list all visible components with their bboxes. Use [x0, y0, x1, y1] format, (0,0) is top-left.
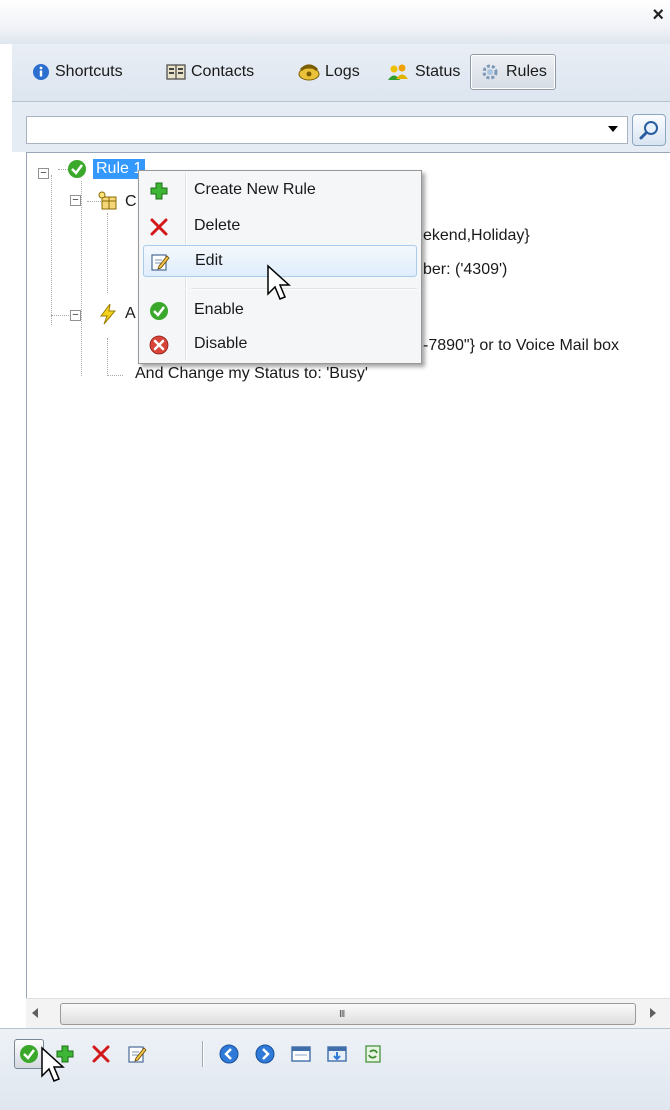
tab-logs[interactable]: Logs [294, 54, 364, 90]
import-icon [327, 1045, 347, 1063]
context-menu: Create New Rule Delete Edit Enable Disab… [138, 170, 422, 364]
condition-detail-number[interactable]: ber: ('4309') [423, 261, 507, 279]
add-rule-button[interactable] [50, 1039, 80, 1069]
condition-icon [97, 190, 119, 212]
plus-icon [149, 181, 169, 201]
horizontal-scrollbar[interactable]: III [26, 998, 670, 1028]
menu-item-label: Disable [194, 335, 248, 352]
menu-item-label: Create New Rule [194, 181, 316, 198]
tree-connector [107, 375, 123, 376]
window-titlebar: × [0, 0, 670, 44]
menu-item-enable[interactable]: Enable [143, 295, 417, 327]
tree-connector [81, 181, 82, 376]
tab-shortcuts[interactable]: Shortcuts [28, 54, 127, 90]
scroll-thumb[interactable]: III [60, 1003, 636, 1025]
delete-rule-button[interactable] [86, 1039, 116, 1069]
action-detail-forward[interactable]: -7890"} or to Voice Mail box [423, 337, 619, 355]
window-button[interactable] [286, 1039, 316, 1069]
address-book-icon [166, 63, 186, 81]
delete-rule-icon [91, 1044, 111, 1064]
collapse-toggle[interactable]: − [70, 195, 81, 206]
scroll-left-icon[interactable] [32, 1008, 38, 1018]
tab-contacts[interactable]: Contacts [162, 54, 258, 90]
menu-item-label: Enable [194, 301, 244, 318]
search-bar [12, 102, 670, 152]
tree-connector [51, 175, 52, 325]
back-button[interactable] [214, 1039, 244, 1069]
action-detail-status[interactable]: And Change my Status to: 'Busy' [135, 365, 368, 383]
bottom-toolbar [0, 1028, 670, 1110]
search-input[interactable] [26, 116, 628, 144]
collapse-toggle[interactable]: − [38, 168, 49, 179]
collapse-toggle[interactable]: − [70, 310, 81, 321]
tree-connector [107, 213, 108, 293]
close-button[interactable]: × [652, 4, 664, 27]
action-lightning-icon [97, 303, 119, 325]
forward-arrow-icon [255, 1044, 275, 1064]
menu-item-label: Edit [195, 252, 223, 269]
add-rule-icon [55, 1044, 75, 1064]
window-icon [291, 1045, 311, 1063]
tab-label: Shortcuts [55, 63, 123, 80]
rule-enabled-icon [67, 159, 87, 179]
gear-icon [479, 62, 501, 82]
forward-button[interactable] [250, 1039, 280, 1069]
tab-rules[interactable]: Rules [470, 54, 556, 90]
search-icon [639, 119, 661, 141]
info-icon [32, 63, 50, 81]
enable-rule-button[interactable] [14, 1039, 44, 1069]
edit-rule-icon [127, 1044, 147, 1064]
menu-item-delete[interactable]: Delete [143, 211, 417, 243]
tree-connector [107, 338, 108, 376]
tab-status[interactable]: Status [382, 54, 464, 90]
menu-item-create-new-rule[interactable]: Create New Rule [143, 175, 417, 207]
condition-detail-days[interactable]: ekend,Holiday} [423, 227, 530, 245]
search-button[interactable] [632, 114, 666, 146]
tab-label: Status [415, 63, 461, 80]
refresh-button[interactable] [358, 1039, 388, 1069]
tab-label: Rules [506, 63, 547, 80]
status-people-icon [386, 63, 410, 81]
menu-item-disable[interactable]: Disable [143, 329, 417, 361]
tab-strip: Shortcuts Contacts Logs Status Rules [12, 44, 670, 102]
menu-item-label: Delete [194, 217, 241, 234]
delete-x-icon [149, 217, 169, 237]
menu-separator [191, 288, 417, 290]
check-circle-icon [149, 301, 169, 321]
action-node-label[interactable]: A [125, 305, 136, 323]
dropdown-arrow-icon[interactable] [608, 126, 618, 132]
condition-node-label[interactable]: C [125, 193, 137, 211]
edit-rule-button[interactable] [122, 1039, 152, 1069]
enable-rule-icon [19, 1044, 39, 1064]
tab-label: Logs [325, 63, 360, 80]
scroll-grip: III [339, 1009, 345, 1020]
disable-circle-icon [149, 335, 169, 355]
phone-log-icon [298, 63, 320, 81]
tab-label: Contacts [191, 63, 255, 80]
import-button[interactable] [322, 1039, 352, 1069]
menu-item-edit[interactable]: Edit [143, 245, 417, 277]
refresh-icon [363, 1044, 383, 1064]
toolbar-separator [202, 1041, 204, 1067]
edit-icon [150, 252, 170, 272]
back-arrow-icon [219, 1044, 239, 1064]
scroll-right-icon[interactable] [650, 1008, 656, 1018]
